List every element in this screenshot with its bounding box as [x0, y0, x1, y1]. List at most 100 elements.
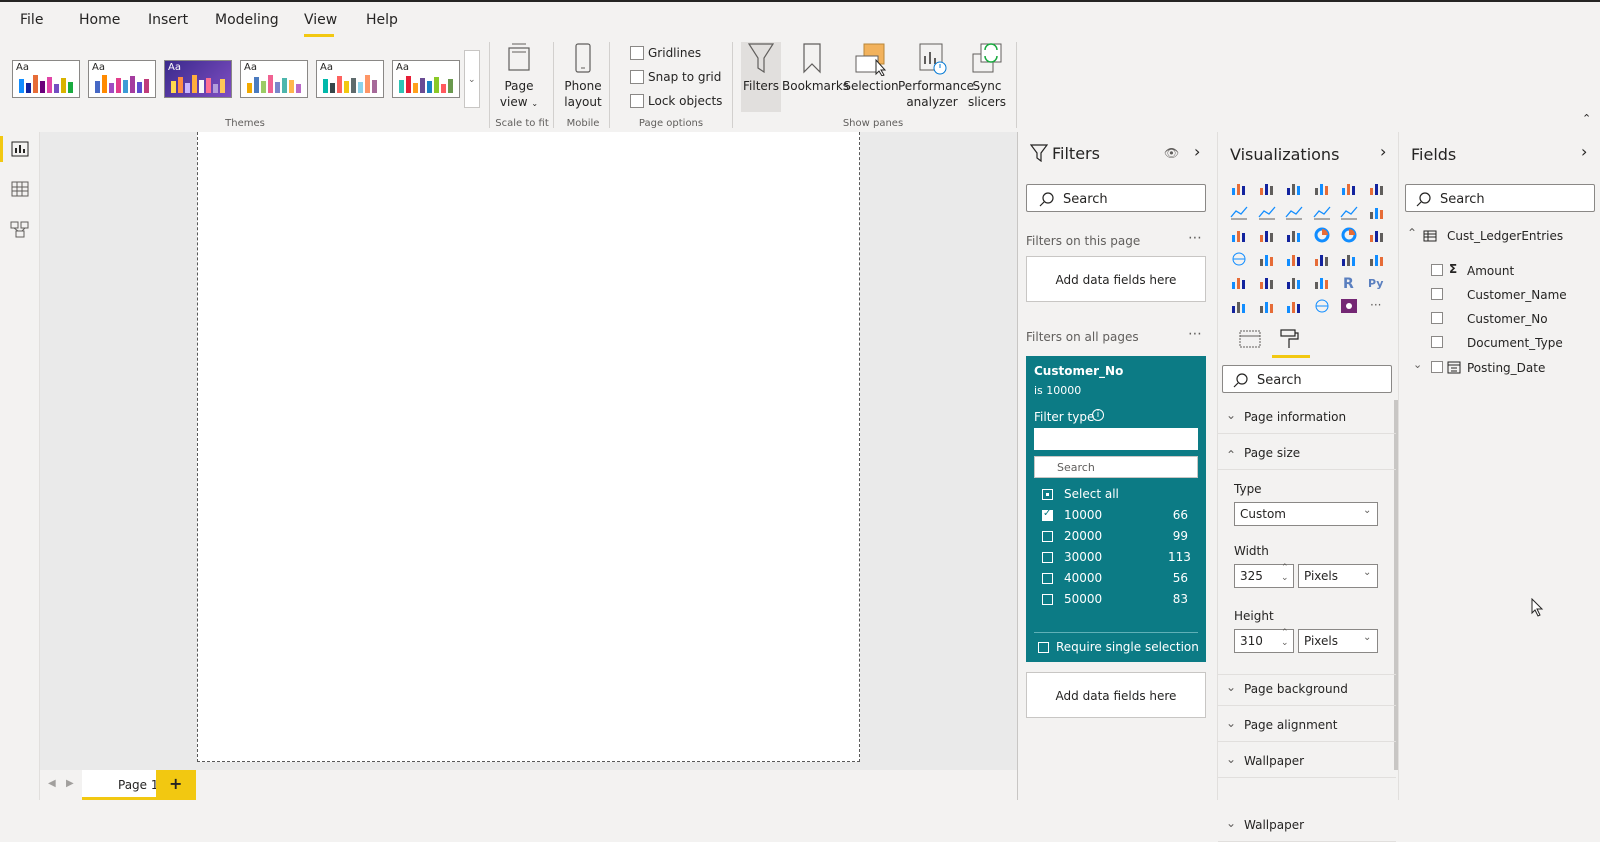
- filter-card-search-input[interactable]: Search: [1034, 456, 1198, 478]
- menu-insert[interactable]: Insert: [148, 12, 188, 28]
- fields-well-icon[interactable]: [1238, 329, 1262, 349]
- stacked-area-chart-icon[interactable]: [1285, 204, 1303, 220]
- field-checkbox-amount[interactable]: [1431, 264, 1443, 276]
- matrix-icon[interactable]: [1313, 274, 1331, 290]
- menu-view[interactable]: View: [304, 12, 337, 28]
- field-customer-name[interactable]: Customer_Name: [1467, 288, 1567, 302]
- section-wallpaper[interactable]: ⌄ Wallpaper: [1218, 808, 1396, 842]
- waterfall-chart-icon[interactable]: [1230, 227, 1248, 243]
- gridlines-checkbox[interactable]: [630, 46, 644, 60]
- prev-page-icon[interactable]: ◀: [48, 778, 56, 789]
- menu-help[interactable]: Help: [366, 12, 398, 28]
- theme-swatch-2[interactable]: Aa: [88, 60, 156, 98]
- field-checkbox-customer-no[interactable]: [1431, 312, 1443, 324]
- data-view-icon[interactable]: [10, 180, 30, 198]
- add-data-fields-all[interactable]: Add data fields here: [1026, 672, 1206, 718]
- table-node-cust-ledger[interactable]: ⌃ Cust_LedgerEntries: [1399, 226, 1599, 248]
- filter-card-customer-no[interactable]: Customer_No is 10000 Filter type i Searc…: [1026, 356, 1206, 662]
- theme-swatch-5[interactable]: Aa: [316, 60, 384, 98]
- clustered-column-chart-icon[interactable]: [1313, 180, 1331, 196]
- theme-swatch-3[interactable]: Aa: [164, 60, 232, 98]
- checked-checkbox[interactable]: ✓: [1042, 508, 1053, 521]
- menu-modeling[interactable]: Modeling: [215, 12, 279, 28]
- stepper-up-icon[interactable]: ⌃: [1281, 628, 1289, 638]
- filters-pane-button[interactable]: Filters: [741, 42, 781, 112]
- unchecked-checkbox[interactable]: [1042, 531, 1053, 542]
- donut-chart-icon[interactable]: [1340, 227, 1358, 243]
- model-view-icon[interactable]: [10, 220, 30, 238]
- unchecked-checkbox[interactable]: [1042, 552, 1053, 563]
- pie-chart-icon[interactable]: [1313, 227, 1331, 243]
- require-single-checkbox[interactable]: [1038, 642, 1049, 653]
- themes-dropdown-button[interactable]: ⌄: [464, 50, 480, 108]
- section-page-background[interactable]: ⌄ Page background: [1218, 672, 1396, 706]
- width-unit-dropdown[interactable]: Pixels ⌄: [1298, 564, 1378, 588]
- stacked-column-chart-icon[interactable]: [1258, 180, 1276, 196]
- area-chart-icon[interactable]: [1258, 204, 1276, 220]
- r-visual-icon[interactable]: R: [1340, 274, 1358, 290]
- page-view-button[interactable]: Page view ⌄: [494, 42, 544, 114]
- line-column-chart-icon[interactable]: [1313, 204, 1331, 220]
- decomposition-tree-icon[interactable]: [1258, 298, 1276, 314]
- performance-analyzer-button[interactable]: Performance analyzer: [898, 42, 974, 114]
- slicer-icon[interactable]: [1258, 274, 1276, 290]
- collapse-fields-icon[interactable]: ›: [1581, 142, 1587, 161]
- field-document-type[interactable]: Document_Type: [1467, 336, 1563, 350]
- map-icon[interactable]: [1230, 251, 1248, 267]
- field-customer-no[interactable]: Customer_No: [1467, 312, 1548, 326]
- add-page-button[interactable]: +: [156, 770, 196, 800]
- filter-value-row[interactable]: 40000 56: [1042, 570, 1202, 588]
- bookmarks-pane-button[interactable]: Bookmarks: [782, 42, 849, 114]
- 100-stacked-column-chart-icon[interactable]: [1368, 180, 1386, 196]
- chevron-down-icon[interactable]: ⌄: [1413, 358, 1422, 371]
- clustered-bar-chart-icon[interactable]: [1285, 180, 1303, 196]
- visibility-icon[interactable]: 👁: [1164, 146, 1179, 160]
- unchecked-checkbox[interactable]: [1042, 594, 1053, 605]
- section-wallpaper-2[interactable]: ⌄ Wallpaper: [1218, 744, 1396, 778]
- arcgis-map-icon[interactable]: [1313, 298, 1331, 314]
- fields-search-input[interactable]: Search: [1405, 184, 1595, 212]
- phone-layout-button[interactable]: Phone layout: [558, 42, 608, 114]
- filter-value-row[interactable]: 30000 113: [1042, 549, 1202, 567]
- shape-map-icon[interactable]: [1285, 251, 1303, 267]
- table-visual-icon[interactable]: [1285, 274, 1303, 290]
- stepper-down-icon[interactable]: ⌄: [1281, 638, 1289, 648]
- funnel-chart-icon[interactable]: [1258, 227, 1276, 243]
- info-icon[interactable]: i: [1092, 409, 1104, 421]
- more-options-icon[interactable]: ⋯: [1188, 230, 1202, 246]
- filter-value-row[interactable]: ✓ 10000 66: [1042, 507, 1202, 525]
- snap-to-grid-checkbox[interactable]: [630, 70, 644, 84]
- stepper-down-icon[interactable]: ⌄: [1281, 573, 1289, 583]
- filters-search-input[interactable]: Search: [1026, 184, 1206, 212]
- format-paint-roller-icon[interactable]: [1278, 328, 1300, 350]
- 100-stacked-bar-chart-icon[interactable]: [1340, 180, 1358, 196]
- report-view-icon[interactable]: [10, 140, 30, 158]
- line-stacked-column-chart-icon[interactable]: [1340, 204, 1358, 220]
- sync-slicers-button[interactable]: Sync slicers: [966, 42, 1008, 114]
- power-apps-icon[interactable]: [1340, 298, 1358, 314]
- menu-file[interactable]: File: [20, 12, 43, 28]
- filter-value-row[interactable]: 20000 99: [1042, 528, 1202, 546]
- section-page-alignment[interactable]: ⌄ Page alignment: [1218, 708, 1396, 742]
- treemap-icon[interactable]: [1368, 227, 1386, 243]
- width-input[interactable]: 325 ⌃ ⌄: [1234, 563, 1294, 588]
- scatter-chart-icon[interactable]: [1285, 227, 1303, 243]
- stacked-bar-chart-icon[interactable]: [1230, 180, 1248, 196]
- chevron-up-icon[interactable]: ⌃: [1407, 226, 1417, 240]
- field-checkbox-posting-date[interactable]: [1431, 361, 1443, 373]
- filled-map-icon[interactable]: [1258, 251, 1276, 267]
- filter-value-row[interactable]: 50000 83: [1042, 591, 1202, 609]
- select-all-row[interactable]: Select all: [1042, 486, 1202, 504]
- collapse-filters-icon[interactable]: ›: [1194, 142, 1200, 161]
- theme-swatch-4[interactable]: Aa: [240, 60, 308, 98]
- collapse-viz-icon[interactable]: ›: [1380, 142, 1386, 161]
- qa-icon[interactable]: [1285, 298, 1303, 314]
- collapse-ribbon-icon[interactable]: ⌃: [1582, 112, 1591, 125]
- kpi-icon[interactable]: [1230, 274, 1248, 290]
- add-data-fields-page[interactable]: Add data fields here: [1026, 256, 1206, 302]
- filter-type-dropdown[interactable]: [1034, 428, 1198, 450]
- viz-search-input[interactable]: Search: [1222, 365, 1392, 393]
- report-page[interactable]: [197, 132, 860, 762]
- theme-swatch-1[interactable]: Aa: [12, 60, 80, 98]
- lock-objects-checkbox[interactable]: [630, 94, 644, 108]
